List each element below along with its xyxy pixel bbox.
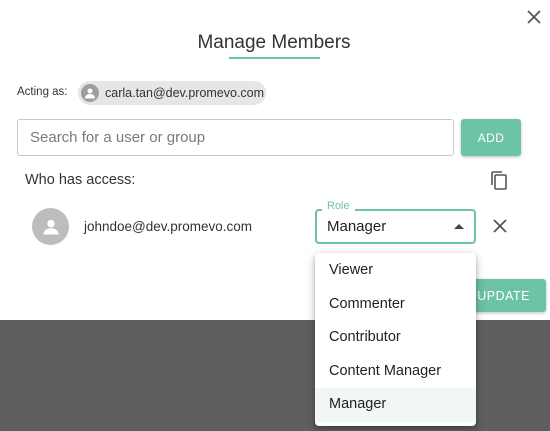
role-option-commenter[interactable]: Commenter (315, 288, 476, 322)
caret-up-icon[interactable] (454, 224, 464, 229)
role-field-label: Role (322, 200, 355, 212)
acting-as-email: carla.tan@dev.promevo.com (105, 86, 265, 100)
acting-as-chip: carla.tan@dev.promevo.com (78, 81, 266, 105)
member-email: johndoe@dev.promevo.com (84, 219, 253, 234)
role-dropdown-menu: Viewer Commenter Contributor Content Man… (315, 253, 476, 426)
role-option-manager[interactable]: Manager (315, 388, 476, 422)
role-option-content-manager[interactable]: Content Manager (315, 355, 476, 389)
title-underline (229, 57, 320, 59)
user-search-input[interactable] (17, 119, 454, 156)
who-has-access-label: Who has access: (25, 172, 136, 188)
avatar (32, 208, 69, 245)
person-icon (43, 219, 58, 234)
remove-member-icon[interactable] (492, 218, 508, 234)
role-option-viewer[interactable]: Viewer (315, 254, 476, 288)
copy-icon[interactable] (489, 170, 509, 192)
acting-as-label: Acting as: (17, 86, 68, 98)
role-select-value[interactable]: Manager (327, 218, 386, 235)
person-icon (81, 84, 99, 102)
add-button[interactable]: ADD (461, 119, 521, 156)
dialog-title: Manage Members (197, 32, 351, 53)
close-icon[interactable] (524, 7, 544, 27)
role-option-contributor[interactable]: Contributor (315, 321, 476, 355)
